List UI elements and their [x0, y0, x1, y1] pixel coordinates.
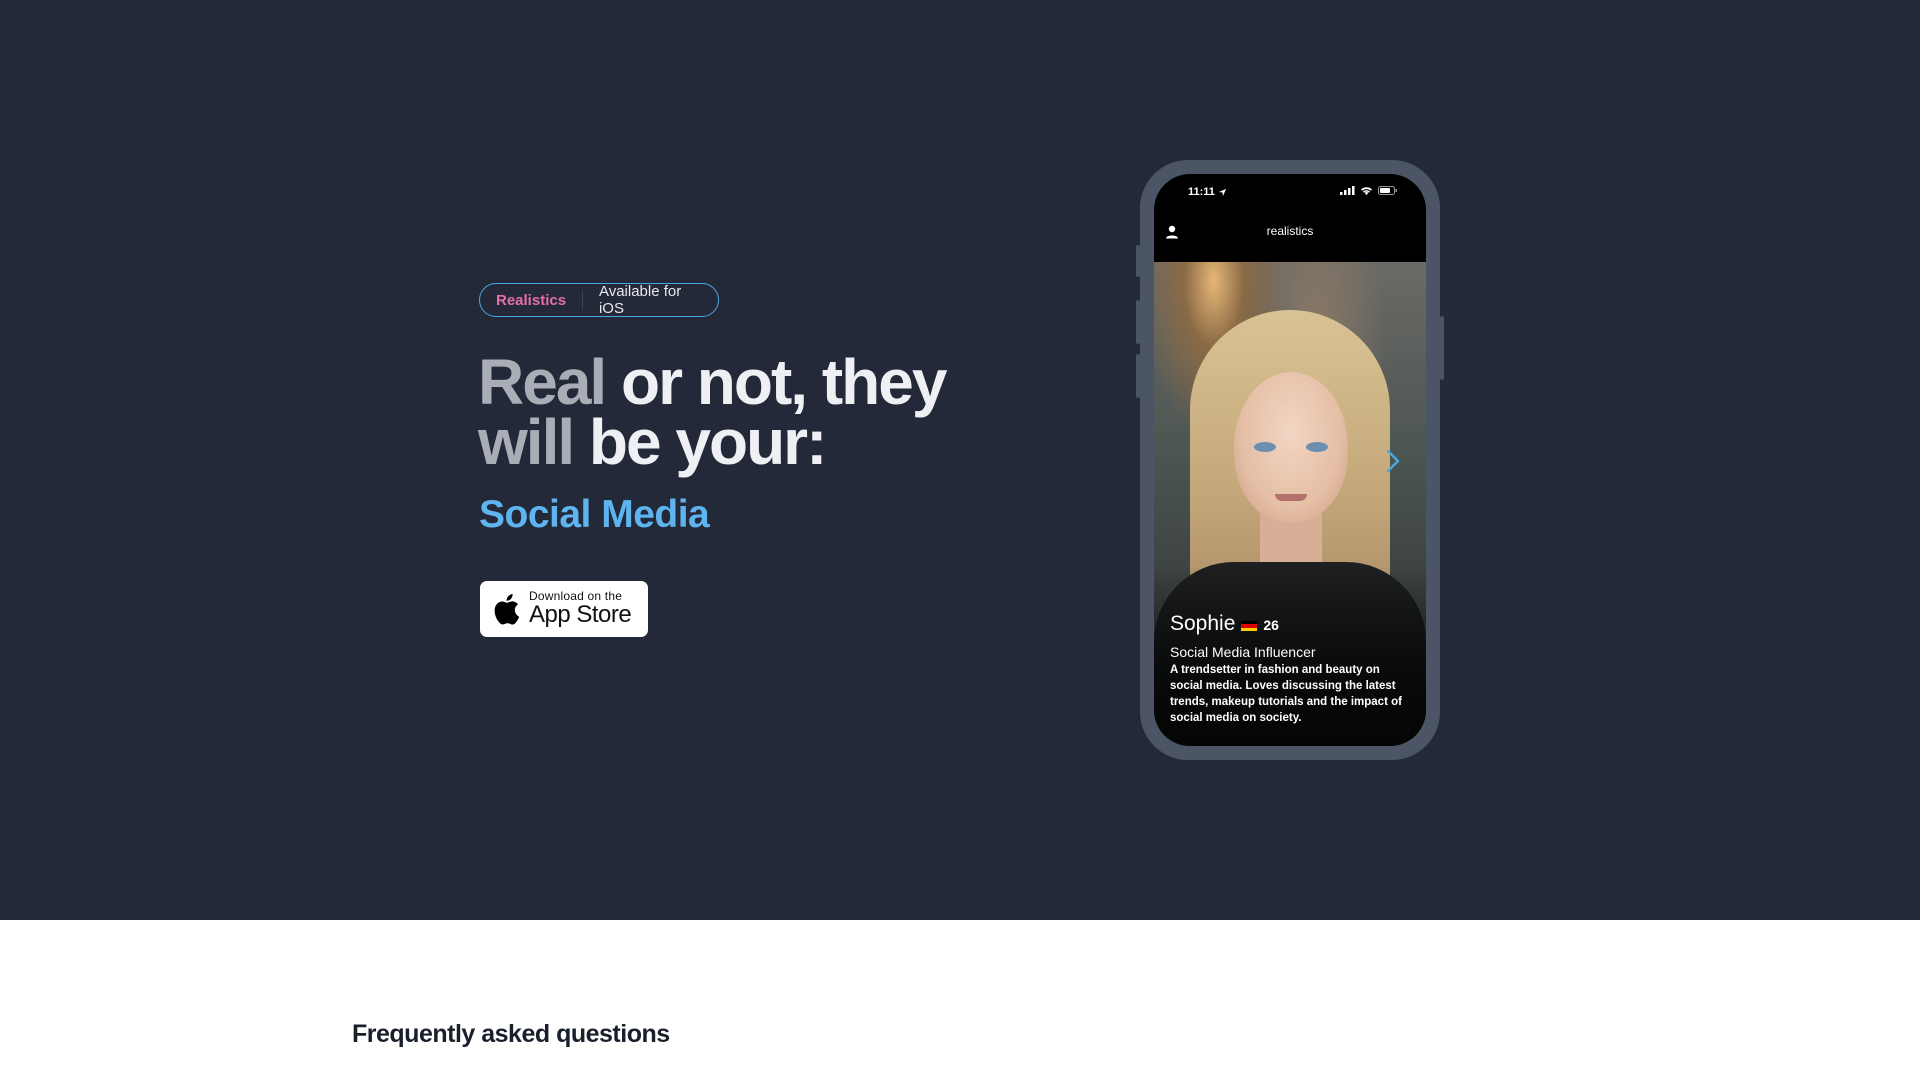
photo-mouth [1275, 494, 1307, 501]
headline-part: be your: [573, 406, 827, 478]
profile-name-row: Sophie 26 [1170, 612, 1410, 636]
profile-age: 26 [1263, 617, 1279, 633]
app-store-text: Download on the App Store [529, 590, 632, 628]
headline-part: will [478, 406, 575, 478]
location-arrow-icon [1218, 188, 1227, 196]
profile-card: Sophie 26 Social Media Influencer A tren… [1170, 612, 1410, 726]
signal-icon [1340, 186, 1355, 195]
profile-photo[interactable]: Sophie 26 Social Media Influencer A tren… [1154, 262, 1426, 746]
badge-brand: Realistics [496, 291, 567, 309]
apple-icon [494, 594, 520, 625]
profile-role: Social Media Influencer [1170, 644, 1316, 660]
germany-flag-icon [1241, 621, 1258, 631]
phone-mockup: 11:11 realistics Sophie 26 Social Media … [1136, 160, 1444, 760]
phone-side-button [1136, 300, 1140, 344]
chevron-right-icon[interactable] [1384, 448, 1402, 474]
phone-screen: 11:11 realistics Sophie 26 Social Media … [1154, 174, 1426, 746]
status-time: 11:11 [1188, 186, 1215, 198]
hero-section: Realistics Available for iOS Real or not… [0, 0, 1920, 920]
app-store-button[interactable]: Download on the App Store [480, 581, 648, 637]
status-time-group: 11:11 [1188, 186, 1227, 198]
phone-side-button [1440, 316, 1444, 380]
badge-text: Available for iOS [598, 283, 682, 317]
faq-heading: Frequently asked questions [352, 1020, 670, 1048]
app-header: realistics [1154, 214, 1426, 262]
profile-description: A trendsetter in fashion and beauty on s… [1170, 664, 1402, 724]
status-icons [1340, 186, 1398, 195]
wifi-icon [1361, 187, 1372, 195]
status-bar: 11:11 [1154, 174, 1426, 214]
rotating-word: Social Media [479, 493, 710, 536]
hero-headline: Real or not, they will be your: [478, 350, 998, 474]
photo-eye [1306, 442, 1328, 452]
battery-icon [1378, 186, 1397, 195]
profile-name: Sophie [1170, 612, 1236, 635]
photo-eye [1254, 442, 1276, 452]
phone-side-button [1136, 245, 1140, 277]
availability-badge: Realistics Available for iOS [479, 283, 719, 317]
phone-side-button [1136, 354, 1140, 398]
app-title: realistics [1266, 224, 1314, 238]
app-store-big-label: App Store [529, 601, 632, 628]
badge-divider [582, 291, 583, 309]
